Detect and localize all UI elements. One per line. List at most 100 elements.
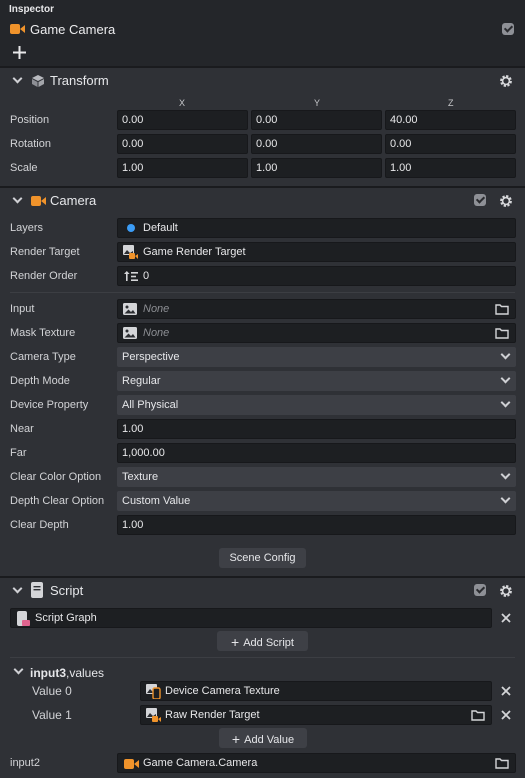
axis-y-label: Y (314, 98, 321, 108)
far-label: Far (10, 447, 27, 459)
depth-mode-value: Regular (122, 375, 161, 387)
add-script-button[interactable]: + Add Script (217, 631, 308, 651)
layers-label: Layers (10, 222, 44, 234)
clear-color-option-value: Texture (122, 471, 159, 483)
camera-enabled-checkbox[interactable] (474, 194, 486, 206)
chevron-down-icon[interactable] (12, 73, 23, 84)
input2-value: Game Camera.Camera (143, 757, 258, 769)
add-value-button[interactable]: + Add Value (219, 728, 307, 748)
near-label: Near (10, 423, 34, 435)
camera-type-select[interactable]: Perspective (117, 347, 516, 367)
divider (10, 292, 515, 293)
device-property-select[interactable]: All Physical (117, 395, 516, 415)
depth-clear-option-value: Custom Value (122, 495, 191, 507)
clear-depth-label: Clear Depth (10, 519, 69, 531)
layers-value: Default (143, 222, 178, 234)
object-name[interactable]: Game Camera (30, 22, 115, 37)
rotation-x-field[interactable]: 0.00 (117, 134, 248, 154)
scale-label: Scale (10, 162, 38, 174)
clear-depth-field[interactable]: 1.00 (117, 515, 516, 535)
value0-field[interactable]: Device Camera Texture (140, 681, 492, 701)
chevron-down-icon (500, 469, 511, 480)
mask-texture-value: None (143, 327, 170, 339)
far-field[interactable]: 1,000.00 (117, 443, 516, 463)
transform-icon (32, 75, 44, 87)
texture-icon (123, 327, 137, 339)
folder-icon[interactable] (471, 710, 485, 721)
remove-value1-close-icon[interactable] (501, 710, 511, 720)
chevron-down-icon[interactable] (12, 583, 23, 594)
folder-icon[interactable] (495, 304, 509, 315)
remove-value0-close-icon[interactable] (501, 686, 511, 696)
axis-x-label: X (179, 98, 186, 108)
chevron-down-icon[interactable] (12, 193, 23, 204)
script-icon (31, 582, 43, 598)
add-value-label: Add Value (244, 734, 295, 746)
value1-field[interactable]: Raw Render Target (140, 705, 492, 725)
chevron-down-icon (500, 373, 511, 384)
render-target-icon (123, 245, 138, 259)
render-target-icon (146, 708, 161, 722)
gear-icon[interactable] (499, 584, 513, 598)
render-order-label: Render Order (10, 270, 78, 282)
folder-icon[interactable] (495, 758, 509, 769)
input-field[interactable]: None (117, 299, 516, 319)
script-graph-field[interactable]: Script Graph (10, 608, 492, 628)
input2-label: input2 (10, 757, 40, 769)
layer-dot-icon (127, 224, 135, 232)
position-y-field[interactable]: 0.00 (251, 110, 382, 130)
near-field[interactable]: 1.00 (117, 419, 516, 439)
scale-z-field[interactable]: 1.00 (385, 158, 516, 178)
inspector-header: Inspector Game Camera (0, 0, 525, 66)
scale-x-field[interactable]: 1.00 (117, 158, 248, 178)
chevron-down-icon (500, 349, 511, 360)
layers-field[interactable]: Default (117, 218, 516, 238)
input2-field[interactable]: Game Camera.Camera (117, 753, 516, 773)
folder-icon[interactable] (495, 328, 509, 339)
object-enabled-checkbox[interactable] (502, 23, 514, 35)
add-script-label: Add Script (243, 637, 294, 649)
depth-mode-label: Depth Mode (10, 375, 70, 387)
position-label: Position (10, 114, 50, 126)
render-order-field[interactable]: 0 (117, 266, 516, 286)
chevron-down-icon (500, 493, 511, 504)
input-value: None (143, 303, 170, 315)
mask-texture-field[interactable]: None (117, 323, 516, 343)
gear-icon[interactable] (499, 74, 513, 88)
device-camera-texture-icon (146, 684, 161, 699)
depth-mode-select[interactable]: Regular (117, 371, 516, 391)
render-target-field[interactable]: Game Render Target (117, 242, 516, 262)
chevron-down-icon (500, 397, 511, 408)
plus-icon: + (231, 634, 240, 650)
depth-clear-option-label: Depth Clear Option (10, 495, 105, 507)
camera-title: Camera (50, 193, 97, 208)
value0-label: Value 0 (32, 684, 72, 698)
input-label: Input (10, 303, 35, 315)
mask-texture-label: Mask Texture (10, 327, 76, 339)
transform-title: Transform (50, 73, 109, 88)
position-z-field[interactable]: 40.00 (385, 110, 516, 130)
axis-z-label: Z (448, 98, 454, 108)
input3-header: input3,values (30, 666, 104, 680)
remove-script-close-icon[interactable] (501, 613, 511, 623)
scene-config-button[interactable]: Scene Config (219, 548, 306, 568)
camera-type-label: Camera Type (10, 351, 76, 363)
value1-value: Raw Render Target (165, 709, 260, 721)
camera-type-value: Perspective (122, 351, 180, 363)
depth-clear-option-select[interactable]: Custom Value (117, 491, 516, 511)
clear-color-option-label: Clear Color Option (10, 471, 102, 483)
rotation-y-field[interactable]: 0.00 (251, 134, 382, 154)
script-enabled-checkbox[interactable] (474, 584, 486, 596)
divider (10, 657, 515, 658)
plus-icon[interactable] (13, 46, 26, 59)
clear-color-option-select[interactable]: Texture (117, 467, 516, 487)
render-order-value: 0 (143, 270, 150, 282)
value0-value: Device Camera Texture (165, 685, 280, 697)
gear-icon[interactable] (499, 194, 513, 208)
inspector-title: Inspector (9, 4, 55, 15)
camera-icon (31, 196, 46, 206)
rotation-z-field[interactable]: 0.00 (385, 134, 516, 154)
script-graph-value: Script Graph (35, 612, 97, 624)
scale-y-field[interactable]: 1.00 (251, 158, 382, 178)
position-x-field[interactable]: 0.00 (117, 110, 248, 130)
